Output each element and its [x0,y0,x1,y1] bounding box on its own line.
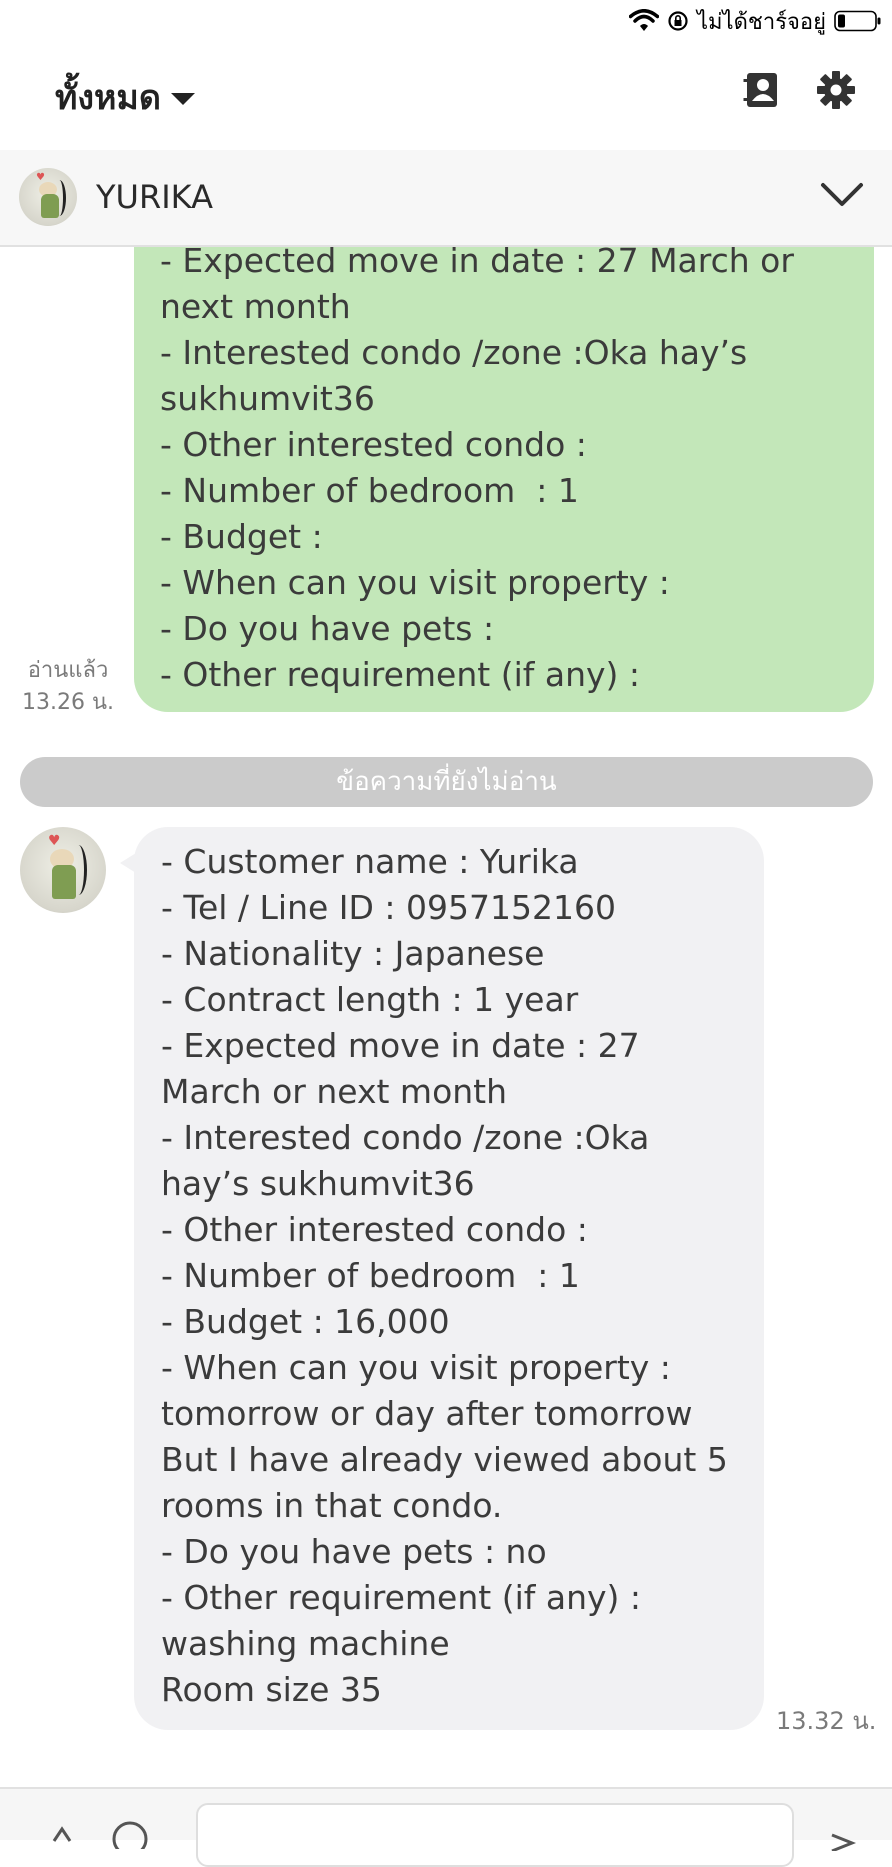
message-line: - Do you have pets : [160,609,495,648]
message-line: - Do you have pets : no [161,1532,547,1571]
message-line: next month [160,287,351,326]
message-line: March or next month [161,1072,508,1111]
message-line: tomorrow or day after tomorrow [161,1394,693,1433]
message-line: hay’s sukhumvit36 [161,1164,475,1203]
outgoing-timestamp: 13.26 น. [21,690,114,715]
message-line: - Nationality : Japanese [161,934,545,973]
message-line: - Number of bedroom : 1 [161,1256,580,1295]
read-label: อ่านแล้ว [27,658,109,683]
status-indicators: ไม่ได้ชาร์จอยู่ [628,2,882,40]
chevron-down-icon[interactable] [820,180,864,210]
header-actions [742,70,856,110]
message-line: - Tel / Line ID : 0957152160 [161,888,616,927]
battery-icon [834,10,881,32]
message-input[interactable] [196,1803,794,1867]
contacts-icon[interactable] [742,70,782,110]
avatar-figure-bow [53,180,66,216]
message-line: - Contract length : 1 year [161,980,579,1019]
app-header: ทั้งหมด [0,42,892,152]
message-list[interactable]: - Expected move in date : 27 March or nex… [0,247,892,1787]
incoming-message-bubble[interactable]: - Customer name : Yurika - Tel / Line ID … [120,827,764,1730]
message-line: - Customer name : Yurika [161,842,579,881]
message-line: - Other requirement (if any) : [160,655,640,694]
message-line: Room size 35 [161,1670,382,1709]
outgoing-message-text: - Expected move in date : 27 March or nex… [160,247,848,698]
message-line: - Budget : 16,000 [161,1302,450,1341]
read-receipt: อ่านแล้ว 13.26 น. [18,655,118,719]
unread-divider: ข้อความที่ยังไม่อ่าน [20,757,873,807]
caret-down-icon [170,93,195,105]
conversation-header[interactable]: ♥ YURIKA [0,150,892,247]
message-line: - Other interested condo : [160,425,587,464]
heart-icon: ♥ [36,172,45,183]
message-line: - Interested condo /zone :Oka hay’s [160,333,748,372]
message-line: - Budget : [160,517,323,556]
send-arrow-icon[interactable] [828,1811,858,1851]
message-line: - Expected move in date : 27 March or [160,247,794,280]
gear-icon[interactable] [816,70,856,110]
message-line: - Expected move in date : 27 [161,1026,640,1065]
message-line: - When can you visit property : [160,563,670,602]
charging-status-text: ไม่ได้ชาร์จอยู่ [696,9,826,35]
rotation-lock-icon [668,11,688,31]
message-line: - Other interested condo : [161,1210,588,1249]
incoming-timestamp: 13.32 น. [776,1707,877,1735]
compose-bar [0,1787,892,1867]
avatar-figure-bow [70,845,87,895]
heart-icon: ♥ [48,833,61,849]
message-line: - When can you visit property : [161,1348,671,1387]
wifi-icon [628,9,659,31]
message-line: rooms in that condo. [161,1486,503,1525]
chat-filter-dropdown[interactable]: ทั้งหมด [55,70,195,124]
contact-avatar[interactable]: ♥ [19,168,77,226]
chat-filter-label: ทั้งหมด [55,78,161,118]
message-line: - Other requirement (if any) : [161,1578,641,1617]
incoming-message-text: - Customer name : Yurika - Tel / Line ID … [161,839,737,1713]
message-line: sukhumvit36 [160,379,375,418]
attachment-icons[interactable] [48,1809,148,1849]
message-line: - Number of bedroom : 1 [160,471,579,510]
outgoing-message-bubble[interactable]: - Expected move in date : 27 March or nex… [134,247,874,712]
contact-name: YURIKA [96,178,213,216]
sender-avatar[interactable]: ♥ [20,827,106,913]
status-bar: ไม่ได้ชาร์จอยู่ [0,0,892,42]
message-line: But I have already viewed about 5 [161,1440,728,1479]
message-line: washing machine [161,1624,450,1663]
message-line: - Interested condo /zone :Oka [161,1118,650,1157]
